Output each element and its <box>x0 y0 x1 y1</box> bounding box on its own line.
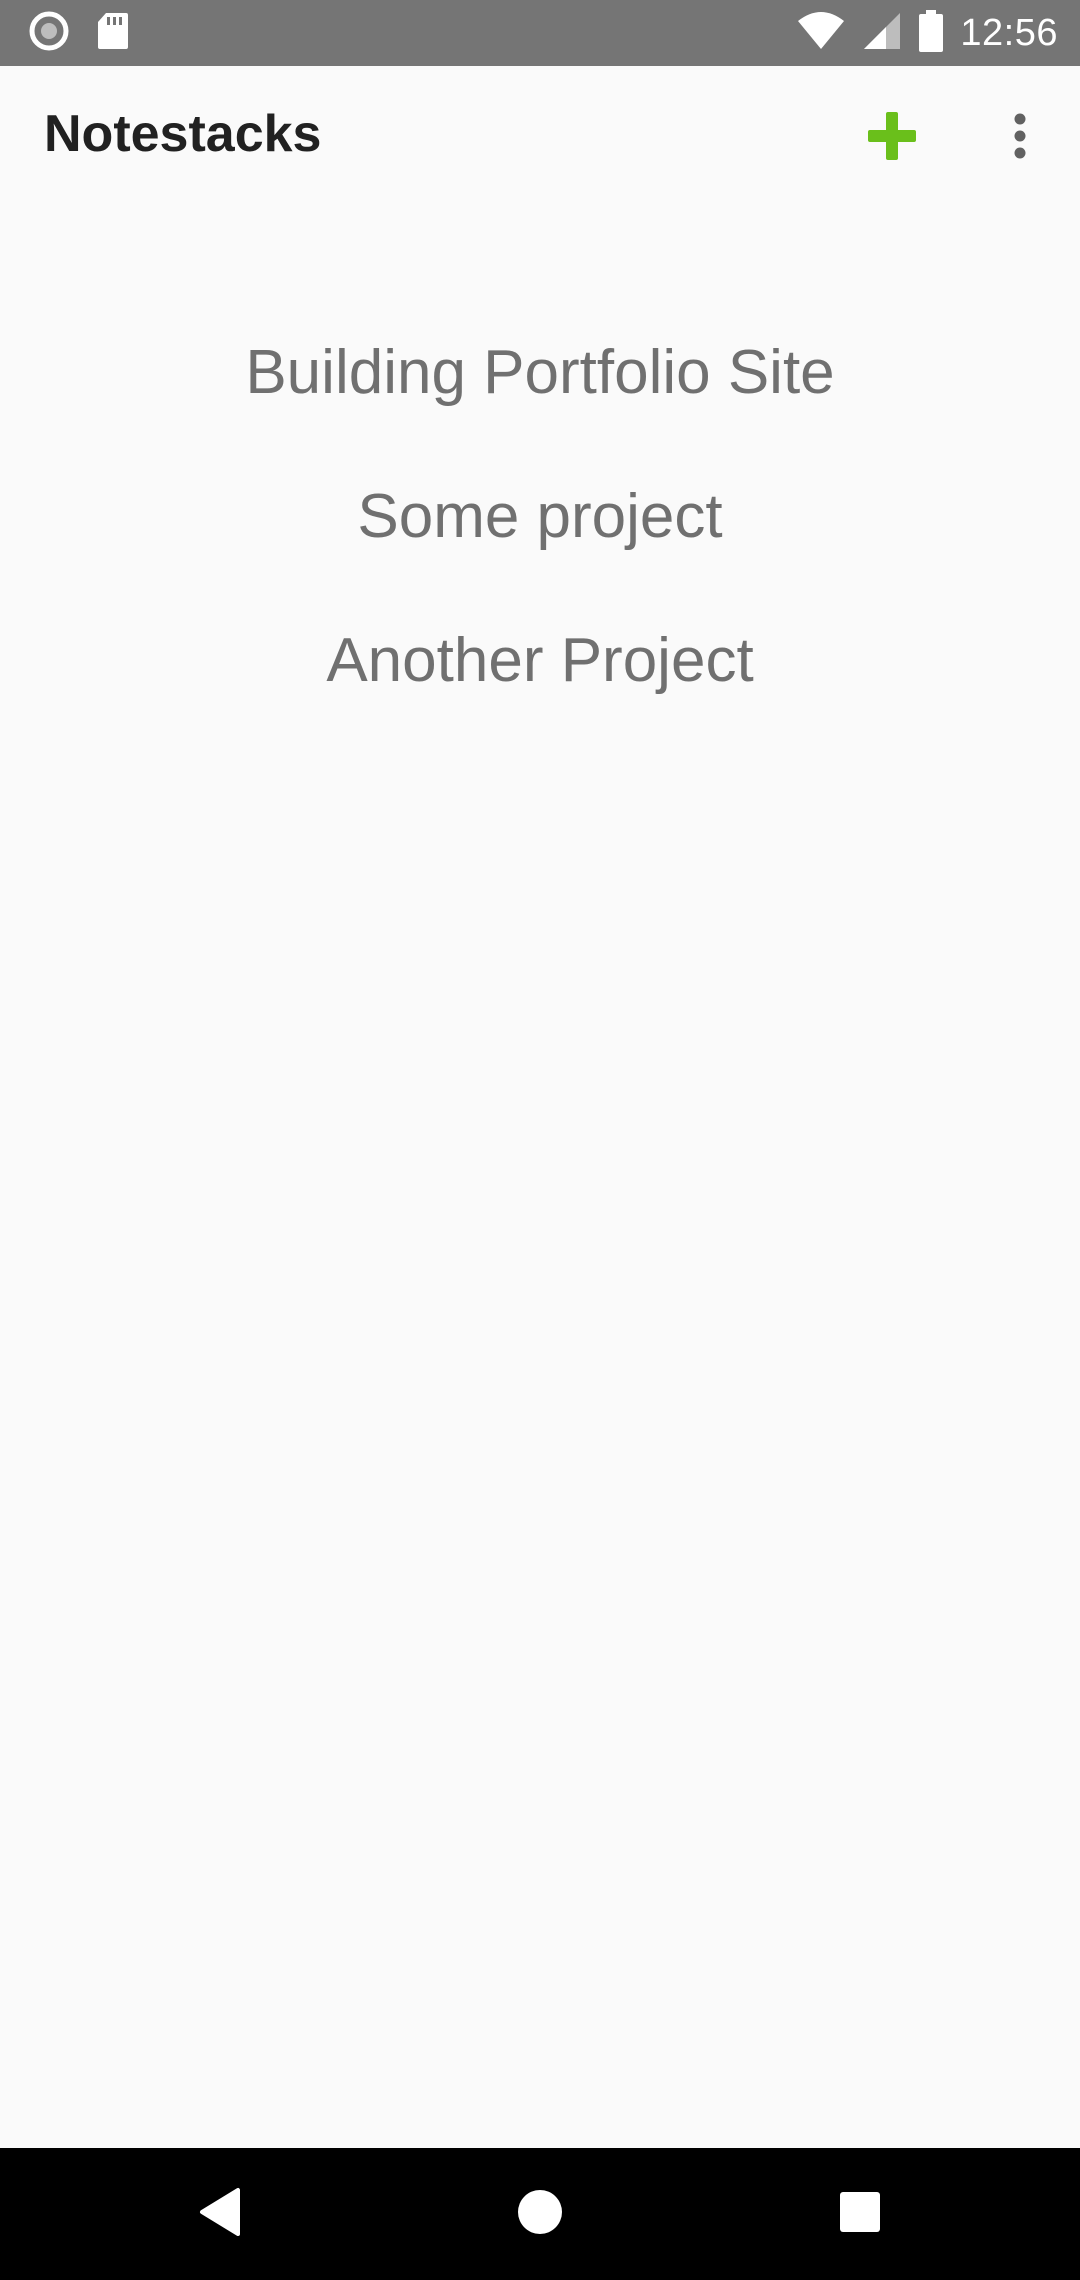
status-time: 12:56 <box>960 11 1058 54</box>
navigation-bar <box>0 2148 1080 2280</box>
record-icon <box>28 10 70 57</box>
recents-button[interactable] <box>820 2174 900 2254</box>
project-list: Building Portfolio Site Some project Ano… <box>0 300 1080 732</box>
more-vert-icon <box>1012 113 1028 164</box>
recents-icon <box>839 2191 881 2238</box>
plus-icon <box>866 110 918 167</box>
home-icon <box>517 2189 563 2240</box>
battery-icon <box>918 9 944 57</box>
project-item[interactable]: Another Project <box>0 588 1080 732</box>
overflow-menu-button[interactable] <box>984 102 1056 174</box>
add-project-button[interactable] <box>856 102 928 174</box>
status-bar: 12:56 <box>0 0 1080 66</box>
app-bar: Notestacks <box>0 66 1080 208</box>
app-title: Notestacks <box>44 105 322 163</box>
sd-card-icon <box>96 11 130 56</box>
status-right: 12:56 <box>796 9 1058 57</box>
back-button[interactable] <box>180 2174 260 2254</box>
wifi-icon <box>796 11 846 56</box>
project-item[interactable]: Some project <box>0 444 1080 588</box>
home-button[interactable] <box>500 2174 580 2254</box>
project-item[interactable]: Building Portfolio Site <box>0 300 1080 444</box>
back-icon <box>198 2187 242 2242</box>
status-left <box>28 10 130 57</box>
signal-icon <box>862 11 902 56</box>
